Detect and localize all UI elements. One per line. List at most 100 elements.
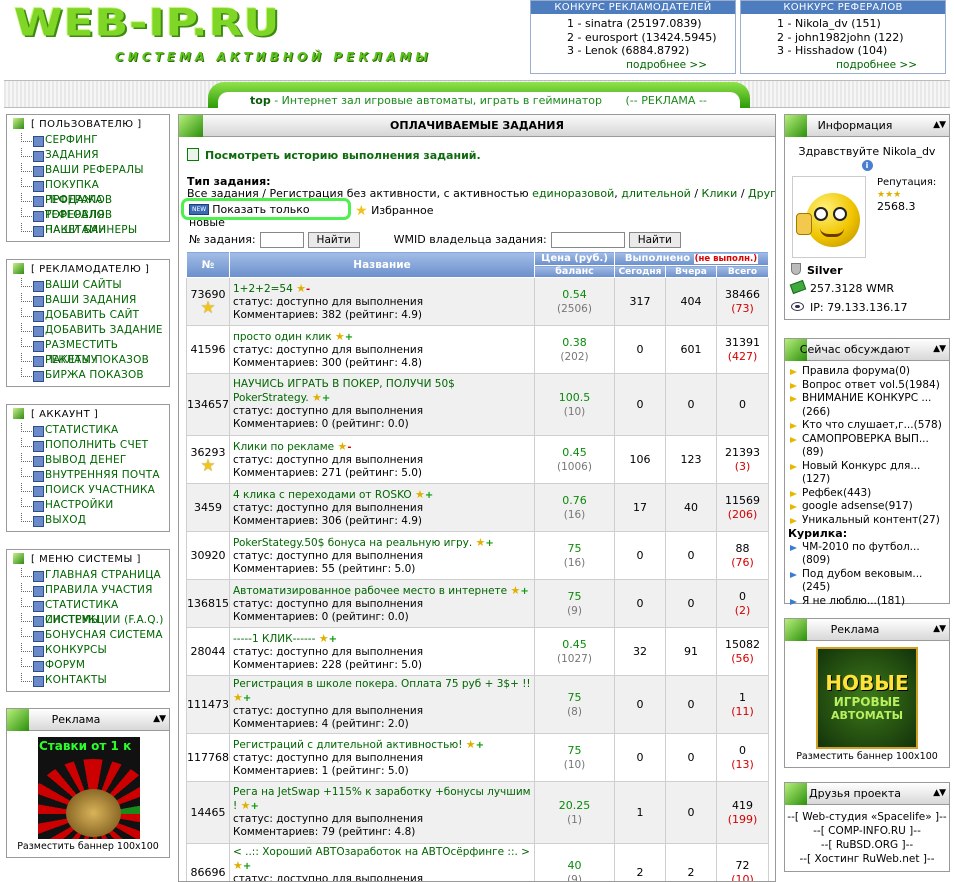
menu-item-statistics[interactable]: СТАТИСТИКА — [21, 423, 169, 438]
task-title-link[interactable]: НАУЧИСЬ ИГРАТЬ В ПОКЕР, ПОЛУЧИ 50$ Poker… — [233, 378, 455, 404]
add-favorite-star-icon[interactable]: ★ — [233, 859, 243, 872]
task-comments[interactable]: Комментариев: 228 (рейтинг: 5.0) — [233, 659, 422, 671]
referral-contest-more-link[interactable]: подробнее >> — [836, 59, 917, 71]
menu-item-system-stats[interactable]: СТАТИСТИКА СИСТЕМЫ — [21, 598, 169, 626]
add-favorite-star-icon[interactable]: ★ — [241, 799, 251, 812]
discussion-topic[interactable]: Новый Конкурс для...(127) — [788, 460, 946, 487]
discussion-topic[interactable]: Вопрос ответ vol.5(1984) — [788, 379, 946, 393]
table-row[interactable]: 86696 < ..:: Хороший АВТОзаработок на АВТ… — [186, 843, 769, 881]
history-link[interactable]: Посмотреть историю выполнения заданий. — [187, 148, 481, 162]
task-title-link[interactable]: PokerStategy.50$ бонуса на реальную игру… — [233, 537, 472, 549]
top-ad-line[interactable]: top - Интернет зал игровые автоматы, игр… — [250, 94, 707, 107]
site-logo[interactable]: WEB-IP.RU — [14, 4, 374, 43]
filter-one-time[interactable]: единоразовой — [532, 187, 614, 200]
menu-item-tasks[interactable]: ЗАДАНИЯ — [21, 148, 169, 163]
smoking-room-topic[interactable]: Под дубом вековым...(245) — [788, 568, 946, 595]
add-favorite-star-icon[interactable]: ★ — [296, 282, 306, 295]
advertiser-contest-more-link[interactable]: подробнее >> — [626, 59, 707, 71]
collapse-arrows-icon[interactable]: ▲▼ — [933, 120, 946, 130]
menu-item-buy-referrals[interactable]: ПОКУПКА РЕФЕРАЛОВ — [21, 178, 169, 206]
menu-item-faq[interactable]: ИНСТРУКЦИИ (F.A.Q.) — [21, 613, 169, 628]
menu-item-your-sites[interactable]: ВАШИ САЙТЫ — [21, 278, 169, 293]
table-row[interactable]: 14465 Рега на JetSwap +115% к заработку +… — [186, 781, 769, 844]
filter-other[interactable]: Другое — [748, 187, 775, 200]
left-ad-banner[interactable]: Ставки от 1 к — [38, 737, 140, 839]
discussion-topic[interactable]: Кто что слушает,г...(578) — [788, 419, 946, 433]
right-ad-caption[interactable]: Разместить баннер 100x100 — [785, 751, 949, 762]
add-favorite-star-icon[interactable]: ★ — [510, 584, 520, 597]
table-row[interactable]: 117768 Регистраций с длительной активност… — [186, 733, 769, 782]
menu-item-add-site[interactable]: ДОБАВИТЬ САЙТ — [21, 308, 169, 323]
table-row[interactable]: 134657 НАУЧИСЬ ИГРАТЬ В ПОКЕР, ПОЛУЧИ 50$… — [186, 373, 769, 436]
menu-item-logout[interactable]: ВЫХОД — [21, 513, 169, 528]
friend-link[interactable]: --[ Хостинг RuWeb.net ]-- — [785, 852, 949, 866]
discussion-topic[interactable]: Уникальный контент(27) — [788, 514, 946, 528]
menu-item-find-member[interactable]: ПОИСК УЧАСТНИКА — [21, 483, 169, 498]
add-favorite-icon[interactable]: + — [476, 740, 484, 751]
menu-item-bonus[interactable]: БОНУСНАЯ СИСТЕМА — [21, 628, 169, 643]
menu-item-top-up[interactable]: ПОПОЛНИТЬ СЧЕТ — [21, 438, 169, 453]
menu-item-package-trade[interactable]: ТОРГОВЛЯ ПАКЕТАМИ — [21, 208, 169, 236]
table-row[interactable]: 28044 -----1 КЛИК------ ★+ статус: доступн… — [186, 627, 769, 676]
find-task-button[interactable]: Найти — [307, 232, 360, 248]
smoking-room-topic[interactable]: Я не люблю...(181) — [788, 595, 946, 609]
task-title-link[interactable]: < ..:: Хороший АВТОзаработок на АВТОсёрф… — [233, 846, 530, 858]
smoking-room-topic[interactable]: ЧМ-2010 по футбол...(809) — [788, 541, 946, 568]
menu-item-place-ad[interactable]: РАЗМЕСТИТЬ РЕКЛАМУ — [21, 338, 169, 366]
menu-item-your-tasks[interactable]: ВАШИ ЗАДАНИЯ — [21, 293, 169, 308]
add-favorite-star-icon[interactable]: ★ — [312, 391, 322, 404]
collapse-arrows-icon[interactable]: ▲▼ — [933, 788, 946, 798]
menu-item-surfing[interactable]: СЕРФИНГ — [21, 133, 169, 148]
discussion-topic[interactable]: САМОПРОВЕРКА ВЫП...(89) — [788, 433, 946, 460]
task-title-link[interactable]: Рега на JetSwap +115% к заработку +бонус… — [233, 786, 531, 812]
menu-item-your-referrals[interactable]: ВАШИ РЕФЕРАЛЫ — [21, 163, 169, 178]
discussion-topic[interactable]: Рефбек(443) — [788, 487, 946, 501]
discussion-topic[interactable]: Правила форума(0) — [788, 365, 946, 379]
add-favorite-icon[interactable]: + — [329, 634, 337, 645]
left-ad-caption[interactable]: Разместить баннер 100x100 — [7, 841, 169, 852]
menu-item-forum[interactable]: ФОРУМ — [21, 658, 169, 673]
menu-item-settings[interactable]: НАСТРОЙКИ — [21, 498, 169, 513]
add-favorite-icon[interactable]: + — [485, 538, 493, 549]
menu-item-views-exchange[interactable]: БИРЖА ПОКАЗОВ — [21, 368, 169, 383]
menu-item-inbox[interactable]: ВНУТРЕННЯЯ ПОЧТА — [21, 468, 169, 483]
collapse-arrows-icon[interactable]: ▲▼ — [153, 714, 166, 724]
task-title-link[interactable]: просто один клик — [233, 331, 332, 343]
add-favorite-star-icon[interactable]: ★ — [415, 488, 425, 501]
task-id-input[interactable] — [259, 232, 304, 248]
table-row[interactable]: 111473 Регистрация в школе покера. Оплата… — [186, 675, 769, 734]
add-favorite-icon[interactable]: + — [520, 586, 528, 597]
task-title-link[interactable]: -----1 КЛИК------ — [233, 633, 315, 645]
right-ad-banner[interactable]: НОВЫЕ ИГРОВЫЕ АВТОМАТЫ — [816, 647, 918, 749]
info-icon[interactable]: i — [861, 160, 873, 171]
add-favorite-star-icon[interactable]: ★ — [466, 738, 476, 751]
task-title-link[interactable]: Регистрация в школе покера. Оплата 75 ру… — [233, 678, 531, 690]
discussion-topic[interactable]: google adsense(917) — [788, 500, 946, 514]
table-row[interactable]: 3459 4 клика с переходами от ROSKO ★+ стат… — [186, 483, 769, 532]
table-row[interactable]: 136815 Автоматизированное рабочее место в… — [186, 579, 769, 628]
add-favorite-icon[interactable]: + — [250, 801, 258, 812]
task-comments[interactable]: Комментариев: 1 (рейтинг: 5.0) — [233, 765, 409, 777]
add-favorite-icon[interactable]: + — [322, 393, 330, 404]
friend-link[interactable]: --[ Web-студия «Spacelife» ]-- — [785, 810, 949, 824]
top-ad-text[interactable]: - Интернет зал игровые автоматы, играть … — [274, 94, 602, 107]
find-wmid-button[interactable]: Найти — [628, 232, 681, 248]
add-favorite-star-icon[interactable]: ★ — [233, 691, 243, 704]
add-favorite-star-icon[interactable]: ★ — [337, 440, 347, 453]
task-title-link[interactable]: 1+2+2=54 — [233, 283, 293, 295]
task-comments[interactable]: Комментариев: 271 (рейтинг: 5.0) — [233, 467, 422, 479]
table-row[interactable]: 41596 просто один клик ★+ статус: доступно… — [186, 325, 769, 374]
friend-link[interactable]: --[ COMP-INFO.RU ]-- — [785, 824, 949, 838]
task-title-link[interactable]: Автоматизированное рабочее место в интер… — [233, 585, 507, 597]
filter-clicks[interactable]: Клики — [702, 187, 738, 200]
task-title-link[interactable]: Клики по рекламе — [233, 441, 334, 453]
add-favorite-icon[interactable]: + — [243, 861, 251, 872]
table-row[interactable]: 30920 PokerStategy.50$ бонуса на реальную… — [186, 531, 769, 580]
show-new-only-button[interactable]: NEW Показать только новые — [181, 198, 351, 229]
filter-with-activity[interactable]: с активностью — [444, 187, 529, 200]
menu-item-contests[interactable]: КОНКУРСЫ — [21, 643, 169, 658]
history-link-text[interactable]: Посмотреть историю выполнения заданий. — [205, 149, 481, 162]
add-favorite-star-icon[interactable]: ★ — [476, 536, 486, 549]
favorite-star-icon[interactable]: ★ — [187, 458, 229, 475]
discussion-topic[interactable]: ВНИМАНИЕ КОНКУРС ...(266) — [788, 392, 946, 419]
